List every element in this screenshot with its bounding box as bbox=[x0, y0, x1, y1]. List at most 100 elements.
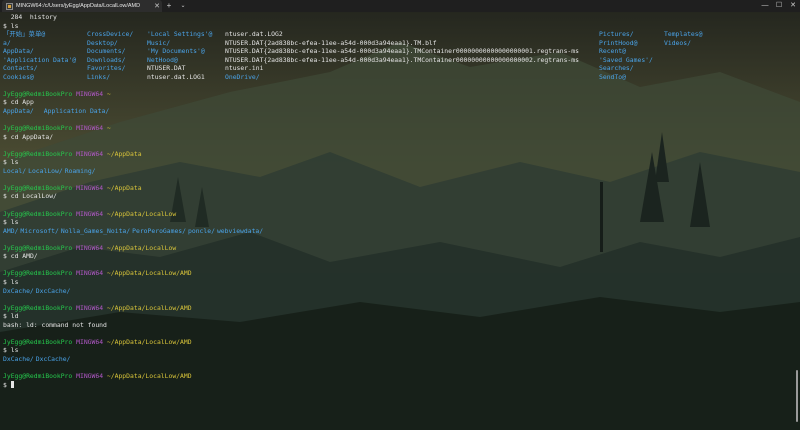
command-text: ls bbox=[10, 346, 19, 355]
ls-entry: Templates@ bbox=[664, 30, 703, 39]
prompt-dollar: $ bbox=[3, 158, 7, 167]
prompt-dollar: $ bbox=[3, 98, 7, 107]
terminal-tab[interactable]: MINGW64:/c/Users/jyEgg/AppData/LocalLow/… bbox=[2, 0, 162, 12]
chevron-down-icon[interactable]: ⌄ bbox=[176, 0, 190, 12]
ls-entry: Desktop/ bbox=[87, 38, 118, 47]
prompt-dollar: $ bbox=[3, 312, 7, 321]
error-line: bash: ld: command not found bbox=[3, 321, 793, 330]
ls-entry: Links/ bbox=[87, 72, 111, 81]
prompt-user-host: JyEgg@RedmiBookPro bbox=[3, 124, 73, 133]
history-text: 284 history bbox=[3, 13, 57, 21]
command-text: cd App bbox=[10, 98, 34, 107]
ls-row: DxCache/DxcCache/ bbox=[3, 287, 793, 296]
ls-entry: OneDrive/ bbox=[225, 72, 260, 81]
scrollbar[interactable] bbox=[796, 370, 798, 422]
dir-entry: DxCache/ bbox=[3, 286, 34, 295]
ls-entry: PrintHood@ bbox=[599, 38, 638, 47]
dir-entry: Nolla_Games_Noita/ bbox=[60, 226, 131, 235]
command-line: $ ls bbox=[3, 158, 793, 167]
prompt-dollar: $ bbox=[3, 218, 7, 227]
prompt-env: MINGW64 bbox=[76, 89, 104, 98]
ls-entry: 'Local Settings'@ bbox=[147, 30, 213, 39]
prompt-user-host: JyEgg@RedmiBookPro bbox=[3, 371, 73, 380]
command-text: ls bbox=[10, 21, 19, 30]
ls-entry: NTUSER.DAT bbox=[147, 64, 186, 73]
prompt-user-host: JyEgg@RedmiBookPro bbox=[3, 89, 73, 98]
ls-entry: ntuser.ini bbox=[225, 64, 264, 73]
prompt-line: JyEgg@RedmiBookPro MINGW64 ~/AppData bbox=[3, 184, 793, 193]
close-tab-icon[interactable]: ✕ bbox=[152, 2, 162, 10]
close-window-button[interactable]: ✕ bbox=[786, 0, 800, 12]
prompt-line: JyEgg@RedmiBookPro MINGW64 ~ bbox=[3, 90, 793, 99]
ls-entry: AppData/ bbox=[3, 47, 34, 56]
command-text: cd AppData/ bbox=[10, 132, 54, 141]
prompt-path: ~/AppData/LocalLow bbox=[106, 209, 177, 218]
ls-entry: 「开始」菜单@ bbox=[3, 30, 46, 39]
prompt-line: JyEgg@RedmiBookPro MINGW64 ~/AppData bbox=[3, 150, 793, 159]
command-line: $ ls bbox=[3, 278, 793, 287]
terminal-icon bbox=[6, 2, 13, 10]
ls-entry: Favorites/ bbox=[87, 64, 126, 73]
command-text: ls bbox=[10, 158, 19, 167]
prompt-user-host: JyEgg@RedmiBookPro bbox=[3, 303, 73, 312]
prompt-line: JyEgg@RedmiBookPro MINGW64 ~/AppData/Loc… bbox=[3, 244, 793, 253]
dir-entry: Roaming/ bbox=[64, 166, 96, 175]
maximize-button[interactable]: ☐ bbox=[772, 0, 786, 12]
ls-entry: Downloads/ bbox=[87, 55, 126, 64]
ls-entry: a/ bbox=[3, 38, 11, 47]
ls-row: 「开始」菜单@ CrossDevice/ 'Local Settings'@ ntus… bbox=[3, 30, 793, 39]
minimize-button[interactable]: — bbox=[758, 0, 772, 12]
ls-row: AppData/Documents/ 'My Documents'@ NTUSER.… bbox=[3, 47, 793, 56]
dir-entry: LocalLow/ bbox=[28, 166, 63, 175]
history-line: 284 history bbox=[3, 13, 793, 22]
prompt-path: ~/AppData/LocalLow bbox=[106, 243, 177, 252]
prompt-path: ~/AppData bbox=[106, 183, 142, 192]
dir-entry: DxcCache/ bbox=[35, 354, 71, 363]
command-text: ls bbox=[10, 218, 19, 227]
prompt-dollar: $ bbox=[3, 346, 7, 355]
command-line: $ ls bbox=[3, 346, 793, 355]
prompt-line: JyEgg@RedmiBookPro MINGW64 ~/AppData/Loc… bbox=[3, 210, 793, 219]
ls-entry: NTUSER.DAT{2ad838bc-efea-11ee-a54d-000d3… bbox=[225, 47, 579, 56]
dir-entry: PeroPeroGames/ bbox=[132, 226, 187, 235]
prompt-env: MINGW64 bbox=[76, 209, 104, 218]
new-tab-button[interactable]: + bbox=[162, 0, 176, 12]
prompt-path: ~/AppData/LocalLow/AMD bbox=[106, 269, 192, 278]
error-text: bash: ld: command not found bbox=[3, 320, 107, 329]
dir-entry: AMD/ bbox=[3, 226, 19, 235]
prompt-dollar: $ bbox=[3, 132, 7, 141]
prompt-env: MINGW64 bbox=[76, 269, 104, 278]
prompt-path: ~/AppData bbox=[106, 149, 142, 158]
ls-entry: Cookies@ bbox=[3, 72, 34, 81]
prompt-dollar: $ bbox=[3, 380, 7, 389]
prompt-dollar: $ bbox=[3, 21, 7, 30]
dir-entry: AppData/ bbox=[3, 107, 34, 116]
prompt-env: MINGW64 bbox=[76, 149, 104, 158]
window-controls: — ☐ ✕ bbox=[758, 0, 800, 12]
ls-entry: Music/ bbox=[147, 38, 171, 47]
terminal-output[interactable]: 284 history $ ls 「开始」菜单@ CrossDevice/'Local… bbox=[3, 13, 793, 427]
ls-row: DxCache/DxcCache/ bbox=[3, 355, 793, 364]
command-line: $ cd App bbox=[3, 98, 793, 107]
prompt-user-host: JyEgg@RedmiBookPro bbox=[3, 149, 73, 158]
ls-entry: NTUSER.DAT{2ad838bc-efea-11ee-a54d-000d3… bbox=[225, 38, 437, 47]
ls-row: 'Application Data'@ Downloads/NetHood@ NTU… bbox=[3, 56, 793, 65]
ls-entry: Recent@ bbox=[599, 47, 626, 56]
ls-entry: Videos/ bbox=[664, 38, 691, 47]
prompt-path: ~/AppData/LocalLow/AMD bbox=[106, 371, 192, 380]
command-line: $ cd LocalLow/ bbox=[3, 192, 793, 201]
ls-row: AppData/Application Data/ bbox=[3, 107, 793, 116]
prompt-dollar: $ bbox=[3, 192, 7, 201]
prompt-env: MINGW64 bbox=[76, 243, 104, 252]
dir-entry: DxcCache/ bbox=[35, 286, 71, 295]
prompt-line: JyEgg@RedmiBookPro MINGW64 ~/AppData/Loc… bbox=[3, 269, 793, 278]
prompt-dollar: $ bbox=[3, 252, 7, 261]
